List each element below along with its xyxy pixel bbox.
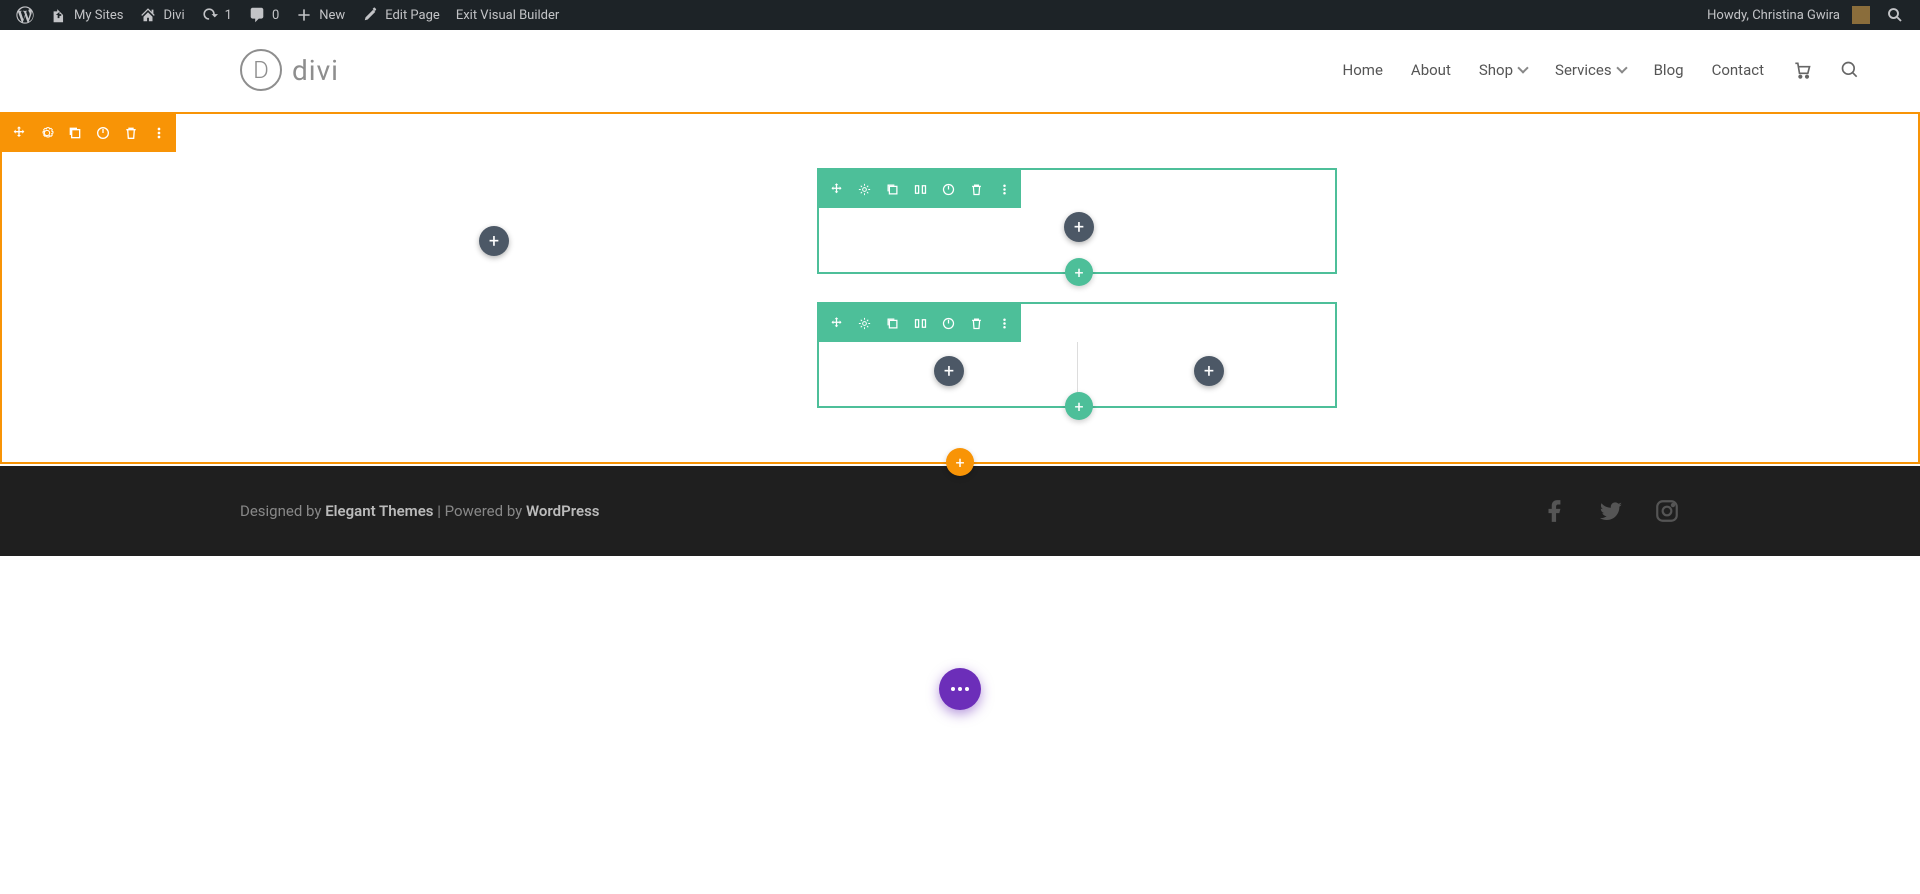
nav-about[interactable]: About bbox=[1411, 61, 1451, 79]
section-toolbar bbox=[2, 114, 176, 152]
wp-edit-label: Edit Page bbox=[385, 8, 440, 23]
wordpress-icon bbox=[16, 6, 34, 24]
refresh-icon bbox=[201, 6, 219, 24]
add-module-button[interactable]: + bbox=[934, 356, 964, 386]
comment-icon bbox=[248, 6, 266, 24]
columns-icon[interactable] bbox=[911, 180, 929, 198]
nav-services[interactable]: Services bbox=[1555, 61, 1626, 79]
add-module-button[interactable]: + bbox=[1194, 356, 1224, 386]
wp-search[interactable] bbox=[1878, 0, 1912, 30]
pencil-icon bbox=[361, 6, 379, 24]
wp-comments[interactable]: 0 bbox=[240, 0, 287, 30]
nav-shop[interactable]: Shop bbox=[1479, 61, 1527, 79]
site-footer: Designed by Elegant Themes | Powered by … bbox=[0, 466, 1920, 556]
wp-edit[interactable]: Edit Page bbox=[353, 0, 448, 30]
power-icon[interactable] bbox=[939, 180, 957, 198]
search-icon bbox=[1840, 60, 1860, 80]
move-icon[interactable] bbox=[10, 124, 28, 142]
wp-howdy-label: Howdy, Christina Gwira bbox=[1707, 8, 1840, 23]
chevron-down-icon bbox=[1517, 62, 1528, 73]
logo-text: divi bbox=[292, 54, 339, 87]
nav-contact[interactable]: Contact bbox=[1712, 61, 1764, 79]
add-module-button[interactable]: + bbox=[479, 226, 509, 256]
main-nav: Home About Shop Services Blog Contact bbox=[1343, 60, 1860, 80]
row-1[interactable]: + + bbox=[817, 168, 1337, 274]
sites-icon bbox=[50, 6, 68, 24]
move-icon[interactable] bbox=[827, 180, 845, 198]
gear-icon[interactable] bbox=[38, 124, 56, 142]
site-logo[interactable]: D divi bbox=[240, 49, 339, 91]
duplicate-icon[interactable] bbox=[66, 124, 84, 142]
instagram-icon[interactable] bbox=[1654, 498, 1680, 524]
add-section-button[interactable]: + bbox=[946, 448, 974, 476]
wp-updates-count: 1 bbox=[225, 8, 232, 23]
nav-home[interactable]: Home bbox=[1343, 61, 1383, 79]
social-links bbox=[1542, 498, 1680, 524]
nav-shop-label: Shop bbox=[1479, 61, 1513, 79]
nav-cart[interactable] bbox=[1792, 60, 1812, 80]
trash-icon[interactable] bbox=[967, 314, 985, 332]
nav-blog[interactable]: Blog bbox=[1654, 61, 1684, 79]
builder-fab[interactable] bbox=[939, 668, 981, 710]
search-icon bbox=[1886, 6, 1904, 24]
wp-mysites-label: My Sites bbox=[74, 8, 123, 23]
columns-icon[interactable] bbox=[911, 314, 929, 332]
wp-bar-left: My Sites Divi 1 0 New bbox=[8, 0, 567, 30]
twitter-icon[interactable] bbox=[1598, 498, 1624, 524]
add-module-button[interactable]: + bbox=[1064, 212, 1094, 242]
cart-icon bbox=[1792, 60, 1812, 80]
wp-mysites[interactable]: My Sites bbox=[42, 0, 131, 30]
dot-icon bbox=[958, 687, 962, 691]
dot-icon bbox=[951, 687, 955, 691]
duplicate-icon[interactable] bbox=[883, 314, 901, 332]
add-row-button[interactable]: + bbox=[1065, 392, 1093, 420]
trash-icon[interactable] bbox=[122, 124, 140, 142]
home-icon bbox=[139, 6, 157, 24]
logo-mark: D bbox=[240, 49, 282, 91]
wp-howdy[interactable]: Howdy, Christina Gwira bbox=[1699, 0, 1878, 30]
wp-updates[interactable]: 1 bbox=[193, 0, 240, 30]
footer-powered: | Powered by bbox=[433, 502, 526, 520]
nav-search[interactable] bbox=[1840, 60, 1860, 80]
wp-exit-vb[interactable]: Exit Visual Builder bbox=[448, 0, 567, 30]
facebook-icon[interactable] bbox=[1542, 498, 1568, 524]
footer-wp-link[interactable]: WordPress bbox=[526, 502, 600, 520]
more-icon[interactable] bbox=[150, 124, 168, 142]
more-icon[interactable] bbox=[995, 314, 1013, 332]
more-icon[interactable] bbox=[995, 180, 1013, 198]
avatar bbox=[1852, 6, 1870, 24]
dot-icon bbox=[965, 687, 969, 691]
wp-bar-right: Howdy, Christina Gwira bbox=[1699, 0, 1912, 30]
trash-icon[interactable] bbox=[967, 180, 985, 198]
visual-builder: + + + bbox=[0, 112, 1920, 556]
row-toolbar bbox=[819, 304, 1021, 342]
wp-admin-bar: My Sites Divi 1 0 New bbox=[0, 0, 1920, 30]
nav-services-label: Services bbox=[1555, 61, 1612, 79]
row-toolbar bbox=[819, 170, 1021, 208]
plus-icon bbox=[295, 6, 313, 24]
wp-sitename[interactable]: Divi bbox=[131, 0, 192, 30]
wp-new[interactable]: New bbox=[287, 0, 353, 30]
footer-et-link[interactable]: Elegant Themes bbox=[325, 502, 433, 520]
gear-icon[interactable] bbox=[855, 314, 873, 332]
power-icon[interactable] bbox=[94, 124, 112, 142]
gear-icon[interactable] bbox=[855, 180, 873, 198]
wp-comments-count: 0 bbox=[272, 8, 279, 23]
wp-sitename-label: Divi bbox=[163, 8, 184, 23]
wp-logo[interactable] bbox=[8, 0, 42, 30]
footer-credit: Designed by Elegant Themes | Powered by … bbox=[240, 502, 600, 520]
duplicate-icon[interactable] bbox=[883, 180, 901, 198]
row-2[interactable]: + + + bbox=[817, 302, 1337, 408]
footer-designed: Designed by bbox=[240, 502, 325, 520]
add-row-button[interactable]: + bbox=[1065, 258, 1093, 286]
move-icon[interactable] bbox=[827, 314, 845, 332]
site-header: D divi Home About Shop Services Blog Con… bbox=[0, 30, 1920, 110]
chevron-down-icon bbox=[1616, 62, 1627, 73]
wp-new-label: New bbox=[319, 8, 345, 23]
wp-exit-label: Exit Visual Builder bbox=[456, 8, 559, 23]
power-icon[interactable] bbox=[939, 314, 957, 332]
section[interactable]: + + + bbox=[0, 112, 1920, 464]
